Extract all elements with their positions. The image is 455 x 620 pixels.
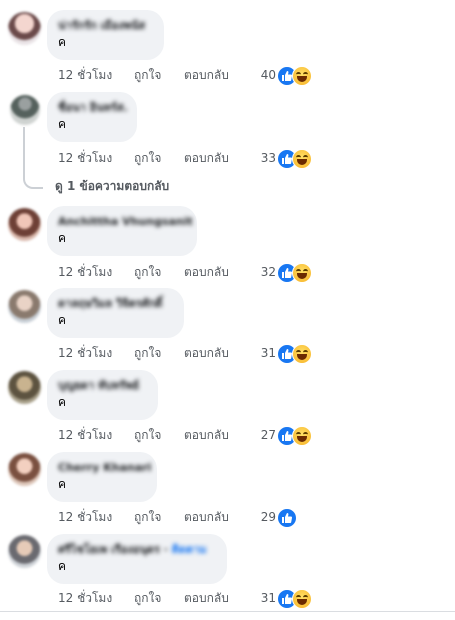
like-button[interactable]: ถูกใจ <box>134 66 161 84</box>
comment-time[interactable]: 12 ชั่วโมง <box>58 149 112 167</box>
like-button[interactable]: ถูกใจ <box>134 263 161 281</box>
haha-icon <box>292 66 312 86</box>
comment-time[interactable]: 12 ชั่วโมง <box>58 508 112 526</box>
follow-link[interactable]: ติดตาม <box>172 543 207 556</box>
comment-item: ศรีไชโยเพ เรืองอนุดร · ติดตาม ค 12 ชั่วโ… <box>0 534 455 614</box>
like-button[interactable]: ถูกใจ <box>134 508 161 526</box>
comment-bubble: ศรีไชโยเพ เรืองอนุดร · ติดตาม ค <box>47 534 227 584</box>
comment-bubble: บุญยดา ทับทรัพย์ ค <box>47 370 158 420</box>
reaction-count[interactable]: 29 <box>252 508 276 526</box>
comment-actions: 12 ชั่วโมง ถูกใจ ตอบกลับ 33 <box>58 149 318 169</box>
haha-icon <box>292 344 312 364</box>
haha-icon <box>292 263 312 283</box>
reaction-count[interactable]: 32 <box>252 263 276 281</box>
author-name[interactable]: ศรีไชโยเพ เรืองอนุดร <box>58 543 160 556</box>
reply-button[interactable]: ตอบกลับ <box>184 426 229 444</box>
comment-time[interactable]: 12 ชั่วโมง <box>58 426 112 444</box>
reaction-count[interactable]: 31 <box>252 344 276 362</box>
comment-author[interactable]: บุญยดา ทับทรัพย์ <box>58 378 146 393</box>
avatar[interactable] <box>8 290 41 323</box>
comment-time[interactable]: 12 ชั่วโมง <box>58 66 112 84</box>
like-button[interactable]: ถูกใจ <box>134 426 161 444</box>
reply-button[interactable]: ตอบกลับ <box>184 344 229 362</box>
comment-author[interactable]: น่ารักรัก เมืองพนัส <box>58 18 152 33</box>
comment-author[interactable]: Cherry Khanari <box>58 460 151 475</box>
reply-button[interactable]: ตอบกลับ <box>184 589 229 607</box>
comment-actions: 12 ชั่วโมง ถูกใจ ตอบกลับ 32 <box>58 263 318 283</box>
reaction-count[interactable]: 27 <box>252 426 276 444</box>
like-button[interactable]: ถูกใจ <box>134 149 161 167</box>
comment-time[interactable]: 12 ชั่วโมง <box>58 263 112 281</box>
avatar[interactable] <box>10 95 40 125</box>
comment-item: น่ารักรัก เมืองพนัส ค 12 ชั่วโมง ถูกใจ ต… <box>0 10 455 90</box>
view-replies-link[interactable]: ดู 1 ข้อความตอบกลับ <box>55 177 169 196</box>
avatar[interactable] <box>8 208 41 241</box>
comment-text: ค <box>58 117 67 131</box>
comment-item: ชื่อนา อินทร์ส. ค 12 ชั่วโมง ถูกใจ ตอบกล… <box>0 92 455 172</box>
comment-text: ค <box>58 231 67 245</box>
comment-author[interactable]: ศรีไชโยเพ เรืองอนุดร · ติดตาม <box>58 542 215 557</box>
comment-text: ค <box>58 477 67 491</box>
comment-item: Cherry Khanari ค 12 ชั่วโมง ถูกใจ ตอบกลั… <box>0 452 455 532</box>
comment-author[interactable]: Anchittha Vhungsanit <box>58 214 193 229</box>
haha-icon <box>292 426 312 446</box>
like-button[interactable]: ถูกใจ <box>134 344 161 362</box>
avatar[interactable] <box>8 371 41 404</box>
divider <box>0 611 455 612</box>
comment-time[interactable]: 12 ชั่วโมง <box>58 344 112 362</box>
reaction-count[interactable]: 31 <box>252 589 276 607</box>
comment-bubble: Anchittha Vhungsanit ค <box>47 206 197 256</box>
comment-actions: 12 ชั่วโมง ถูกใจ ตอบกลับ 29 <box>58 508 318 528</box>
reply-button[interactable]: ตอบกลับ <box>184 508 229 526</box>
comment-text: ค <box>58 35 67 49</box>
avatar[interactable] <box>8 535 41 568</box>
comment-time[interactable]: 12 ชั่วโมง <box>58 589 112 607</box>
comment-author[interactable]: ชื่อนา อินทร์ส. <box>58 100 128 115</box>
like-icon <box>277 508 297 528</box>
comment-bubble: น่ารักรัก เมืองพนัส ค <box>47 10 164 60</box>
avatar[interactable] <box>8 12 41 45</box>
like-button[interactable]: ถูกใจ <box>134 589 161 607</box>
comment-item: ดาลฤษวิมล วิจิตรศักดิ์ ค 12 ชั่วโมง ถูกใ… <box>0 288 455 368</box>
avatar[interactable] <box>8 453 41 486</box>
comment-actions: 12 ชั่วโมง ถูกใจ ตอบกลับ 31 <box>58 344 318 364</box>
reaction-count[interactable]: 33 <box>252 149 276 167</box>
comment-actions: 12 ชั่วโมง ถูกใจ ตอบกลับ 27 <box>58 426 318 446</box>
haha-icon <box>292 589 312 609</box>
comment-text: ค <box>58 559 67 573</box>
reply-button[interactable]: ตอบกลับ <box>184 149 229 167</box>
comment-item: Anchittha Vhungsanit ค 12 ชั่วโมง ถูกใจ … <box>0 206 455 286</box>
reply-button[interactable]: ตอบกลับ <box>184 263 229 281</box>
haha-icon <box>292 149 312 169</box>
comment-text: ค <box>58 395 67 409</box>
comment-author[interactable]: ดาลฤษวิมล วิจิตรศักดิ์ <box>58 296 172 311</box>
comment-item: บุญยดา ทับทรัพย์ ค 12 ชั่วโมง ถูกใจ ตอบก… <box>0 370 455 450</box>
comment-bubble: ชื่อนา อินทร์ส. ค <box>47 92 137 142</box>
comment-text: ค <box>58 313 67 327</box>
comment-bubble: ดาลฤษวิมล วิจิตรศักดิ์ ค <box>47 288 184 338</box>
comment-bubble: Cherry Khanari ค <box>47 452 157 502</box>
comment-actions: 12 ชั่วโมง ถูกใจ ตอบกลับ 40 <box>58 66 318 86</box>
reply-thread-line <box>23 127 43 189</box>
reaction-count[interactable]: 40 <box>252 66 276 84</box>
reply-button[interactable]: ตอบกลับ <box>184 66 229 84</box>
comment-actions: 12 ชั่วโมง ถูกใจ ตอบกลับ 31 <box>58 589 318 609</box>
